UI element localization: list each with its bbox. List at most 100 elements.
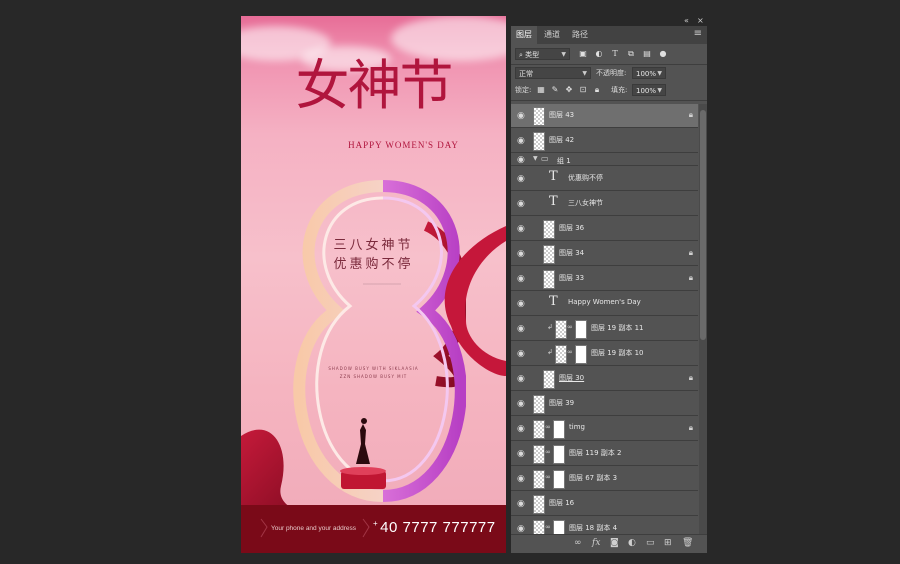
layer-row[interactable]: ◉ 图层 39	[511, 392, 698, 416]
eye-icon[interactable]: ◉	[517, 474, 527, 484]
layer-name[interactable]: 图层 19 副本 10	[591, 348, 644, 358]
eye-icon[interactable]: ◉	[517, 111, 527, 121]
link-icon[interactable]: ∞	[567, 348, 573, 356]
filter-shape-icon[interactable]: ⧉	[625, 48, 637, 60]
group-row[interactable]: ◉ ▼ ▭ 组 1	[511, 154, 698, 166]
layer-name[interactable]: 图层 18 副本 4	[569, 523, 617, 533]
eye-icon[interactable]: ◉	[517, 499, 527, 509]
eye-icon[interactable]: ◉	[517, 174, 527, 184]
link-icon[interactable]: ∞	[545, 423, 551, 431]
eye-icon[interactable]: ◉	[517, 155, 527, 165]
layer-mask-thumbnail[interactable]	[575, 345, 587, 364]
layer-name[interactable]: Happy Women's Day	[568, 298, 641, 306]
collapse-panel-icon[interactable]: «	[684, 16, 689, 25]
link-icon[interactable]: ∞	[545, 523, 551, 531]
filter-pixel-icon[interactable]: ▣	[577, 48, 589, 60]
lock-position-icon[interactable]: ✥	[563, 84, 575, 96]
eye-icon[interactable]: ◉	[517, 324, 527, 334]
layer-row[interactable]: ◉ 图层 30 🔒︎	[511, 367, 698, 391]
eye-icon[interactable]: ◉	[517, 424, 527, 434]
filter-adjustment-icon[interactable]: ◐	[593, 48, 605, 60]
eye-icon[interactable]: ◉	[517, 274, 527, 284]
layer-mask-thumbnail[interactable]	[553, 445, 565, 464]
eye-icon[interactable]: ◉	[517, 199, 527, 209]
layer-row[interactable]: ◉ 图层 42	[511, 129, 698, 153]
link-icon[interactable]: ∞	[545, 473, 551, 481]
link-icon[interactable]: ∞	[545, 448, 551, 456]
fx-icon[interactable]: fx	[592, 538, 600, 548]
layer-mask-thumbnail[interactable]	[553, 470, 565, 489]
new-layer-icon[interactable]: ⊞	[664, 538, 672, 548]
lock-image-icon[interactable]: ✎	[549, 84, 561, 96]
layer-name[interactable]: 图层 119 副本 2	[569, 448, 622, 458]
trash-icon[interactable]: 🗑︎	[682, 538, 693, 548]
mask-icon[interactable]: ◙	[610, 538, 619, 548]
folder-icon[interactable]: ▭	[646, 538, 655, 548]
filter-text-icon[interactable]: T	[609, 48, 621, 60]
chevron-down-icon[interactable]: ▼	[533, 155, 538, 162]
layer-mask-thumbnail[interactable]	[575, 320, 587, 339]
eye-icon[interactable]: ◉	[517, 299, 527, 309]
layer-name[interactable]: 图层 67 副本 3	[569, 473, 617, 483]
layer-name[interactable]: 图层 19 副本 11	[591, 323, 644, 333]
lock-artboard-icon[interactable]: ⊡	[577, 84, 589, 96]
blend-mode-dropdown[interactable]: 正常 ▼	[515, 67, 591, 79]
layers-scrollbar[interactable]	[699, 104, 707, 536]
adjustment-icon[interactable]: ◐	[628, 538, 636, 548]
opacity-field[interactable]: 100% ▼	[632, 67, 666, 79]
layer-name[interactable]: timg	[569, 423, 585, 431]
eye-icon[interactable]: ◉	[517, 249, 527, 259]
eye-icon[interactable]: ◉	[517, 524, 527, 534]
layer-mask-thumbnail[interactable]	[553, 420, 565, 439]
layer-name[interactable]: 图层 34	[559, 248, 584, 258]
link-icon[interactable]: ∞	[574, 538, 582, 548]
eye-icon[interactable]: ◉	[517, 374, 527, 384]
filter-smart-object-icon[interactable]: ▤	[641, 48, 653, 60]
poster-artwork[interactable]: 女神节 HAPPY WOMEN'S DAY 三八女神节 优惠购不停 SHADOW…	[241, 16, 506, 553]
layer-name[interactable]: 优惠购不停	[568, 173, 603, 183]
layer-name[interactable]: 三八女神节	[568, 198, 603, 208]
layer-name[interactable]: 图层 16	[549, 498, 574, 508]
eye-icon[interactable]: ◉	[517, 349, 527, 359]
eye-icon[interactable]: ◉	[517, 224, 527, 234]
layer-row[interactable]: ◉ ∞ timg 🔒︎	[511, 417, 698, 441]
layer-name[interactable]: 图层 33	[559, 273, 584, 283]
layer-row[interactable]: ◉ T 三八女神节	[511, 192, 698, 216]
link-icon[interactable]: ∞	[567, 323, 573, 331]
tab-layers[interactable]: 图层	[511, 26, 537, 44]
filter-type-dropdown[interactable]: ⌕ 类型 ▼	[515, 48, 570, 60]
lock-all-icon[interactable]: 🔒︎	[591, 84, 603, 96]
lock-row: 锁定: ▦ ✎ ✥ ⊡ 🔒︎ 填充: 100% ▼	[511, 84, 707, 100]
layer-row[interactable]: ◉ ∞ 图层 119 副本 2	[511, 442, 698, 466]
filter-toggle-icon[interactable]: ●	[657, 48, 669, 60]
layer-row[interactable]: ◉ 图层 34 🔒︎	[511, 242, 698, 266]
layer-row[interactable]: ◉ T 优惠购不停	[511, 167, 698, 191]
layer-row[interactable]: ◉ 图层 16	[511, 492, 698, 516]
layer-name[interactable]: 图层 39	[549, 398, 574, 408]
layer-name[interactable]: 图层 42	[549, 135, 574, 145]
layer-row[interactable]: ◉ T Happy Women's Day	[511, 292, 698, 316]
layer-row[interactable]: ◉ 图层 36	[511, 217, 698, 241]
layer-name[interactable]: 组 1	[557, 156, 571, 166]
layer-name[interactable]: 图层 36	[559, 223, 584, 233]
layer-row[interactable]: ◉ ↲ ∞ 图层 19 副本 11	[511, 317, 698, 341]
tab-paths[interactable]: 路径	[567, 26, 593, 44]
clipping-arrow-icon: ↲	[547, 348, 553, 356]
text-layer-icon: T	[549, 194, 558, 209]
layer-name[interactable]: 图层 30	[559, 373, 584, 383]
eye-icon[interactable]: ◉	[517, 136, 527, 146]
eye-icon[interactable]: ◉	[517, 399, 527, 409]
layer-row[interactable]: ◉ ↲ ∞ 图层 19 副本 10	[511, 342, 698, 366]
layer-row[interactable]: ◉ ∞ 图层 67 副本 3	[511, 467, 698, 491]
close-panel-icon[interactable]: ×	[697, 16, 704, 25]
layer-name[interactable]: 图层 43	[549, 110, 574, 120]
fill-field[interactable]: 100% ▼	[632, 84, 666, 96]
tab-channels[interactable]: 通道	[539, 26, 565, 44]
lock-transparent-icon[interactable]: ▦	[535, 84, 547, 96]
document-canvas[interactable]: 女神节 HAPPY WOMEN'S DAY 三八女神节 优惠购不停 SHADOW…	[0, 0, 507, 564]
panel-menu-icon[interactable]: ≡	[694, 28, 702, 39]
eye-icon[interactable]: ◉	[517, 449, 527, 459]
layer-row[interactable]: ◉ 图层 33 🔒︎	[511, 267, 698, 291]
scrollbar-thumb[interactable]	[700, 110, 706, 340]
layer-row[interactable]: ◉ 图层 43 🔒︎	[511, 104, 698, 128]
